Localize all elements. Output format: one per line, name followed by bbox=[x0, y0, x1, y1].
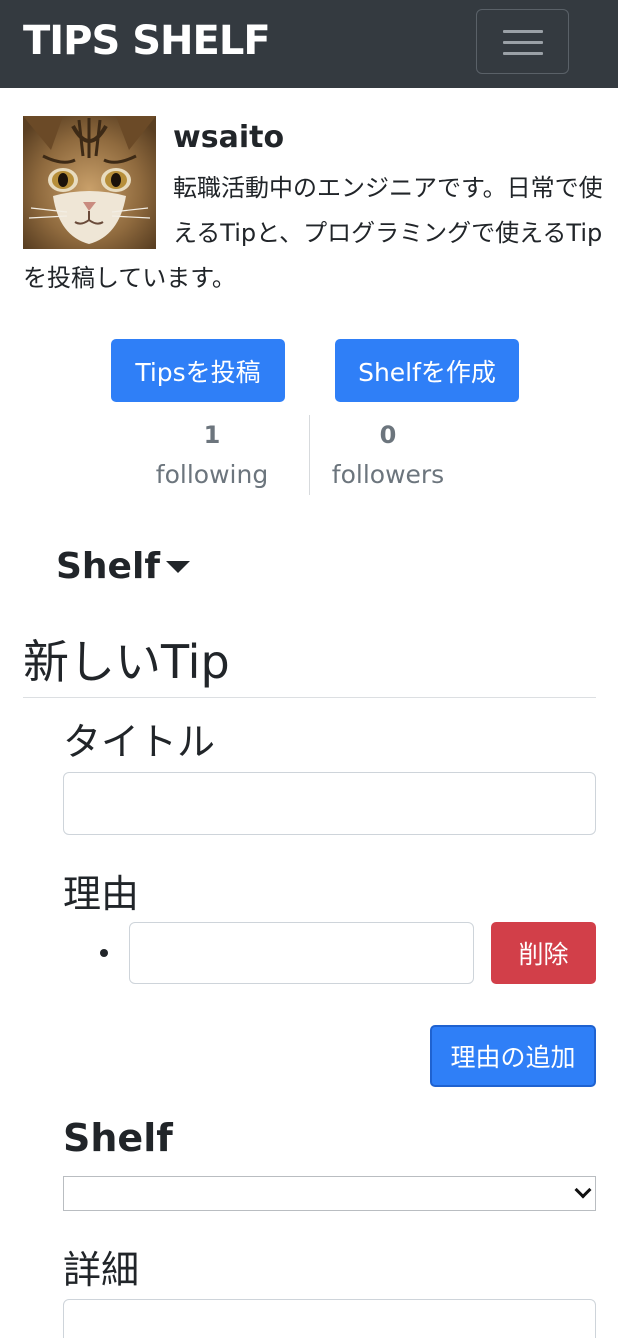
reason-label: 理由 bbox=[63, 872, 140, 916]
brand-logo[interactable]: TIPS SHELF bbox=[23, 18, 271, 64]
reason-input[interactable] bbox=[129, 922, 474, 984]
title-input[interactable] bbox=[63, 772, 596, 835]
username[interactable]: wsaito bbox=[173, 120, 284, 155]
hamburger-icon-bar bbox=[503, 41, 543, 44]
divider bbox=[23, 697, 596, 698]
create-shelf-button[interactable]: Shelfを作成 bbox=[335, 339, 519, 402]
hamburger-icon bbox=[503, 30, 543, 33]
stats-divider bbox=[309, 415, 310, 495]
chevron-down-icon bbox=[574, 1181, 592, 1199]
post-tips-button[interactable]: Tipsを投稿 bbox=[111, 339, 285, 402]
hamburger-icon-bar bbox=[503, 52, 543, 55]
following-label[interactable]: following bbox=[142, 460, 282, 489]
detail-label: 詳細 bbox=[63, 1248, 140, 1292]
shelf-select[interactable] bbox=[63, 1176, 596, 1211]
delete-reason-button[interactable]: 削除 bbox=[491, 922, 596, 984]
profile-bio: 転職活動中のエンジニアです。日常で使えるTipと、プログラミングで使えるTipを… bbox=[23, 166, 603, 301]
shelf-label: Shelf bbox=[63, 1116, 173, 1160]
shelf-dropdown-toggle[interactable]: Shelf bbox=[56, 546, 160, 587]
bio-float-spacer bbox=[23, 166, 173, 256]
navbar: TIPS SHELF bbox=[0, 0, 618, 88]
reason-list-bullet bbox=[100, 949, 108, 957]
page-title: 新しいTip bbox=[23, 635, 230, 689]
following-count[interactable]: 1 bbox=[152, 421, 272, 449]
detail-textarea[interactable] bbox=[63, 1299, 596, 1338]
caret-down-icon[interactable] bbox=[166, 561, 190, 573]
followers-count[interactable]: 0 bbox=[328, 421, 448, 449]
add-reason-button[interactable]: 理由の追加 bbox=[430, 1025, 596, 1087]
menu-toggle-button[interactable] bbox=[476, 9, 569, 74]
title-label: タイトル bbox=[63, 720, 216, 764]
followers-label[interactable]: followers bbox=[318, 460, 458, 489]
